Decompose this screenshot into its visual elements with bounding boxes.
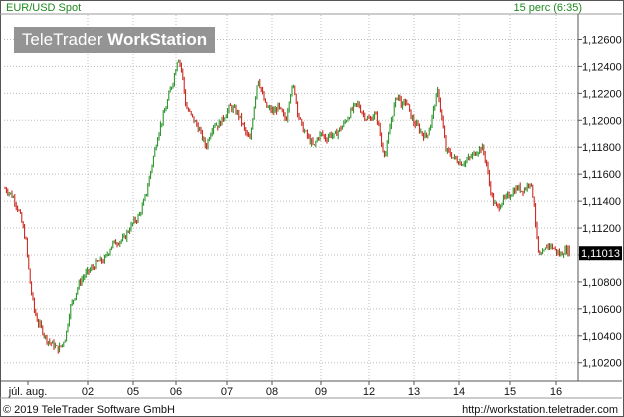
y-tick-label: 1,10200 xyxy=(582,358,622,370)
y-tick-label: 1,12400 xyxy=(582,61,622,73)
x-tick-label: 16 xyxy=(550,386,562,398)
copyright-text: © 2019 TeleTrader Software GmbH xyxy=(3,404,175,416)
watermark-product: WorkStation xyxy=(107,30,208,49)
x-tick-label: 13 xyxy=(408,386,420,398)
interval-label[interactable]: 15 perc (6:35) xyxy=(514,2,582,14)
x-tick-label: 07 xyxy=(221,386,233,398)
y-tick-label: 1,11800 xyxy=(582,142,621,154)
x-tick-label: 14 xyxy=(453,386,465,398)
y-tick-label: 1,10600 xyxy=(582,304,622,316)
y-tick-label: 1,12600 xyxy=(582,34,622,46)
y-tick-label: 1,10800 xyxy=(582,277,622,289)
x-tick-label: 06 xyxy=(170,386,182,398)
watermark-brand: TeleTrader xyxy=(21,30,103,49)
x-tick-label: 15 xyxy=(504,386,516,398)
y-tick-label: 1,12000 xyxy=(582,115,622,127)
y-tick-label: 1,10400 xyxy=(582,331,622,343)
candlestick-chart[interactable]: 1,12600 1,12400 1,12200 1,12000 1,11800 1,116… xyxy=(0,0,624,417)
website-link[interactable]: http://workstation.teletrader.com xyxy=(462,404,618,416)
y-tick-label: 1,11400 xyxy=(582,196,621,208)
y-tick-label: 1,11600 xyxy=(582,169,621,181)
teletrader-watermark: TeleTrader WorkStation xyxy=(14,27,215,53)
y-tick-label: 1,12200 xyxy=(582,88,622,100)
x-tick-label: júl. aug. xyxy=(8,386,48,398)
x-tick-label: 12 xyxy=(363,386,375,398)
x-tick-label: 02 xyxy=(82,386,94,398)
y-tick-label: 1,11200 xyxy=(582,223,621,235)
x-tick-label: 05 xyxy=(127,386,139,398)
x-tick-label: 09 xyxy=(315,386,327,398)
last-value-label: 1,11013 xyxy=(581,248,620,260)
x-tick-label: 08 xyxy=(266,386,278,398)
instrument-title: EUR/USD Spot xyxy=(6,2,82,14)
